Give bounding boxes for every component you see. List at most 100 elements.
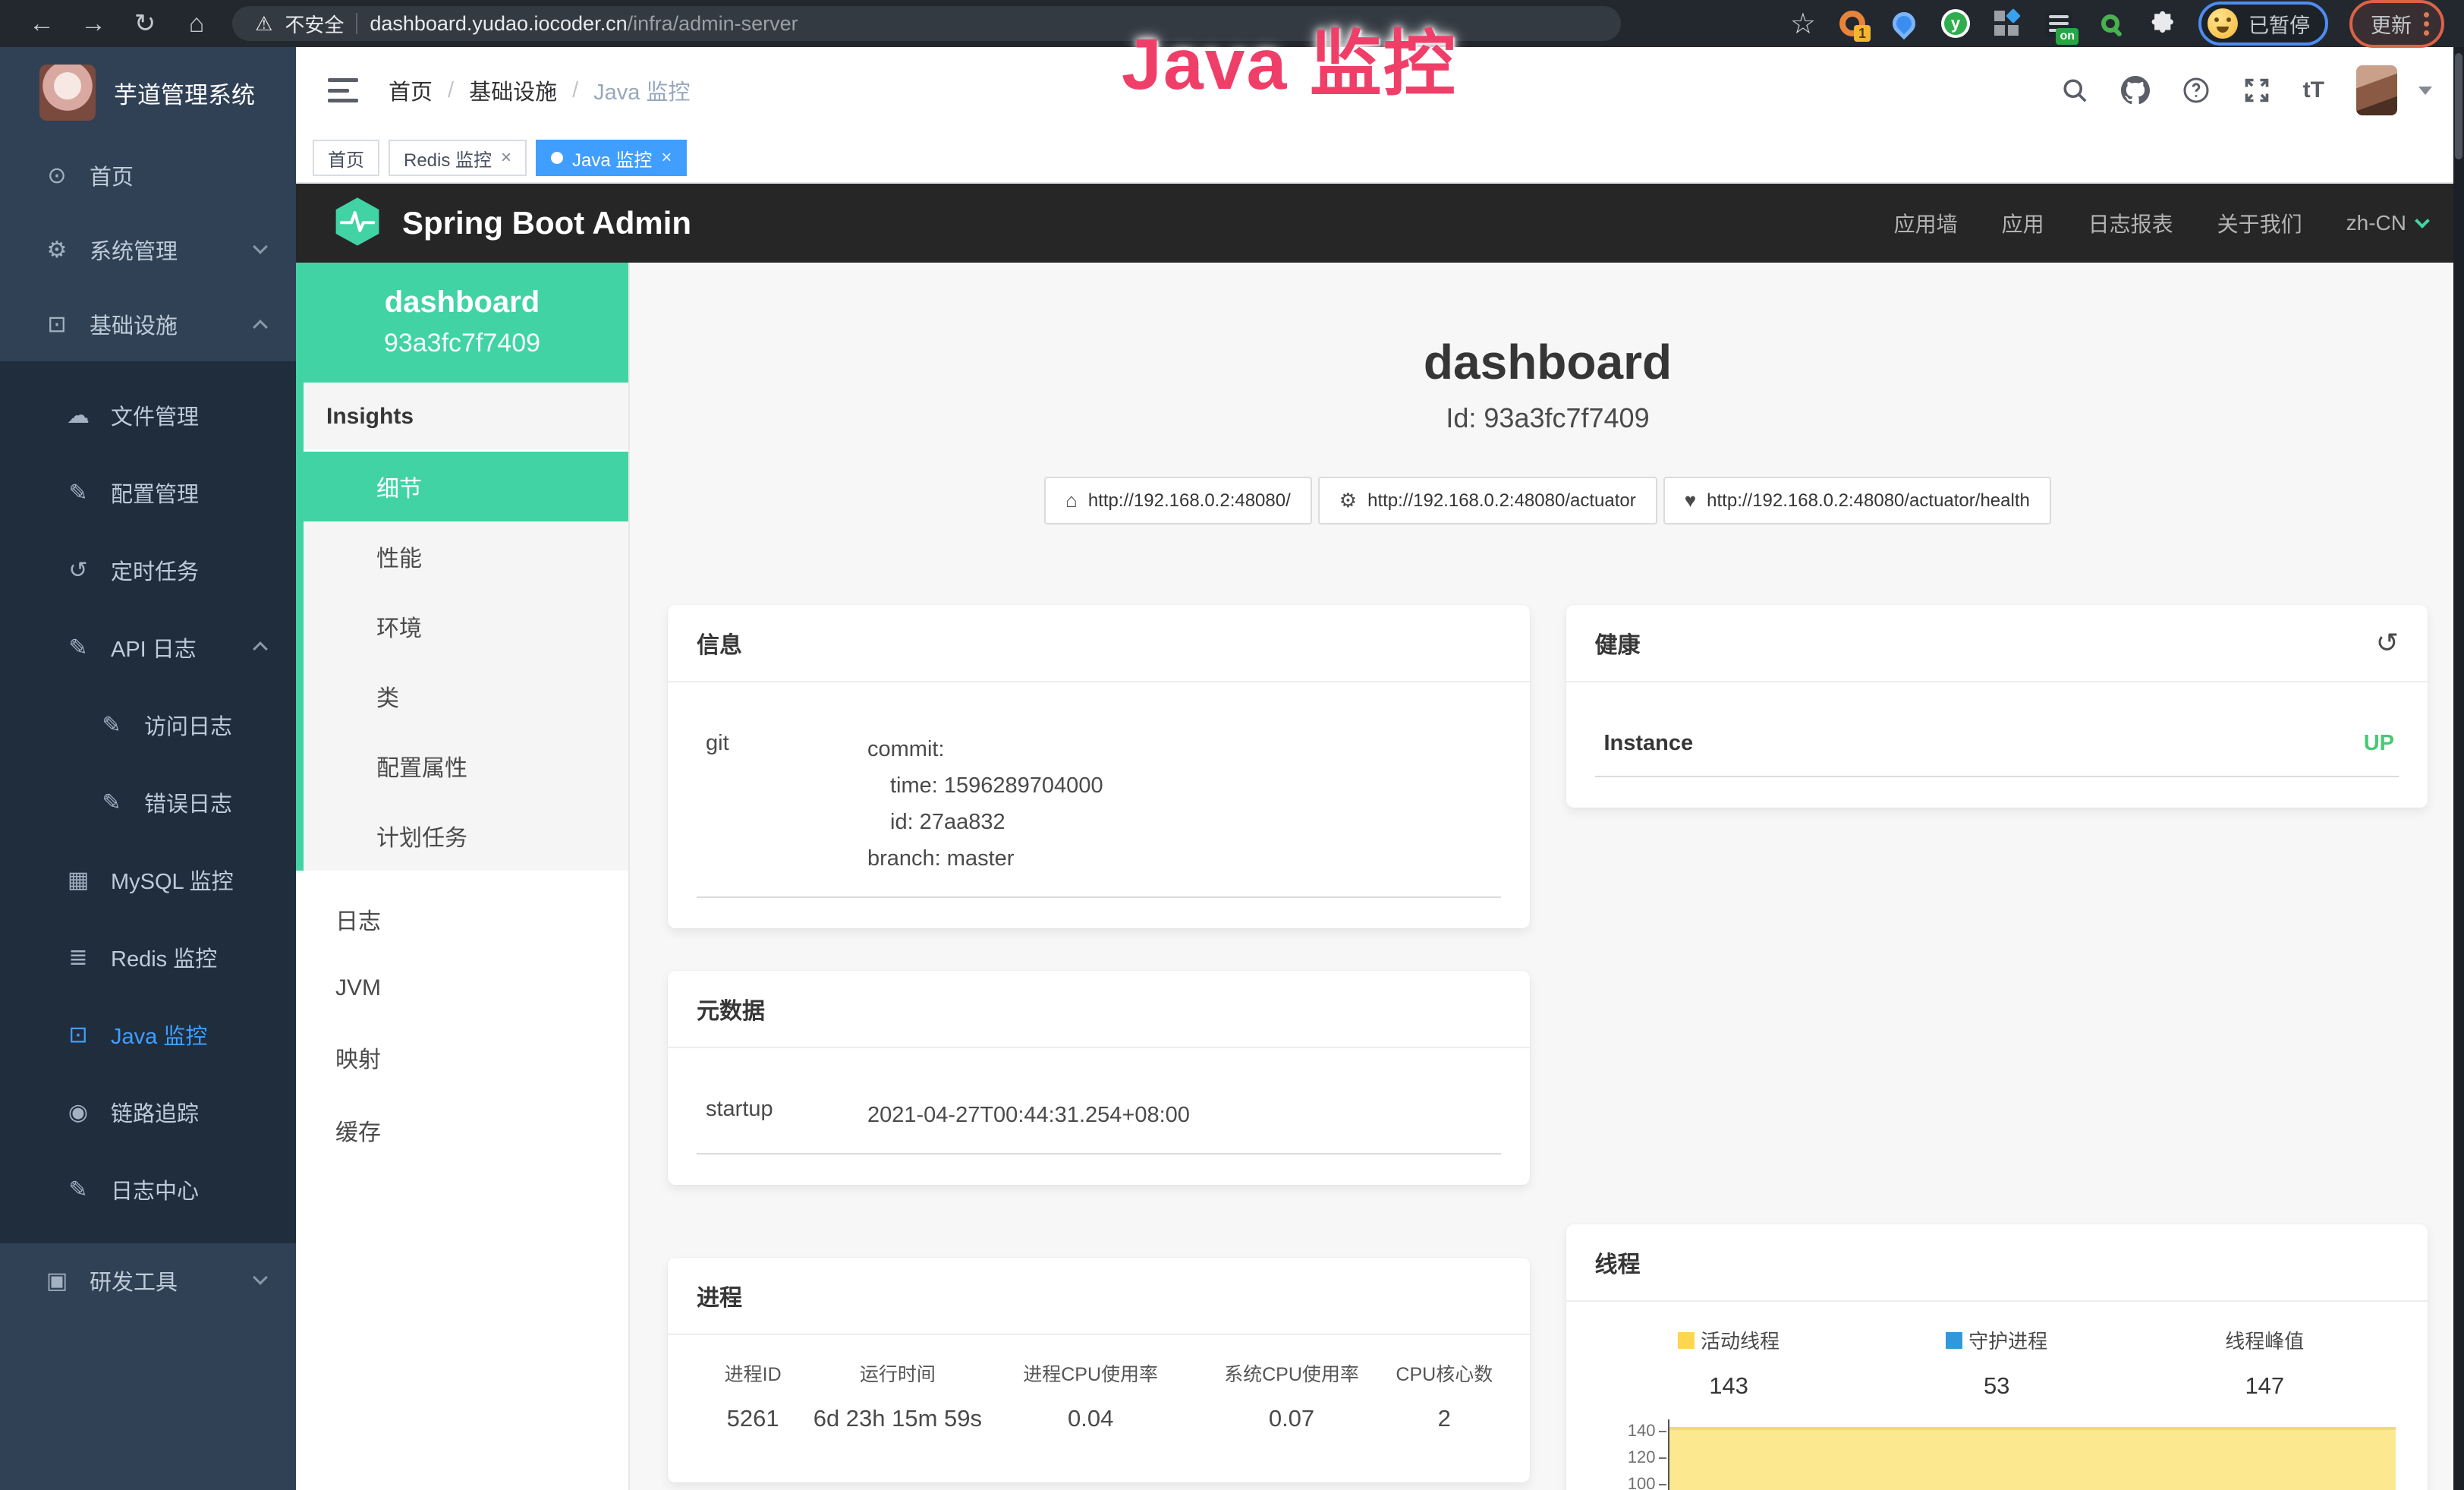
tag-label: Java 监控 [572, 145, 652, 172]
fullscreen-icon[interactable] [2242, 76, 2271, 105]
active-dot [551, 152, 563, 164]
sidebar-item-file-manage[interactable]: ☁文件管理 [0, 376, 296, 454]
git-id-line: id: 27aa832 [867, 804, 1103, 840]
history-icon[interactable]: ↺ [2376, 627, 2399, 659]
sba-menu-config-props[interactable]: 配置属性 [304, 731, 628, 801]
sba-menu-environment[interactable]: 环境 [304, 591, 628, 661]
breadcrumb-home[interactable]: 首页 [389, 74, 433, 106]
sidebar-item-redis-monitor[interactable]: ≣Redis 监控 [0, 918, 296, 996]
process-cores-value: 2 [1388, 1405, 1500, 1432]
legend-label: 活动线程 [1701, 1326, 1780, 1354]
forward-icon[interactable]: → [71, 9, 115, 39]
extension-on-icon[interactable]: on [2044, 8, 2074, 39]
sba-nav-applications[interactable]: 应用 [2002, 208, 2044, 238]
sba-menu-mappings[interactable]: 映射 [296, 1021, 628, 1094]
sidebar-item-tracing[interactable]: ◉链路追踪 [0, 1073, 296, 1151]
edit-square-icon: ✎ [61, 1177, 96, 1203]
url-divider [356, 13, 357, 34]
sidebar-item-access-log[interactable]: ✎访问日志 [0, 686, 296, 764]
github-icon[interactable] [2121, 76, 2150, 105]
extension-pin-icon[interactable] [1889, 8, 1919, 39]
extension-orange-icon[interactable]: 1 [1837, 8, 1868, 39]
font-size-icon[interactable]: tT [2303, 77, 2324, 103]
extension-puzzle-icon[interactable] [2147, 8, 2177, 39]
chart-plot-area [1668, 1419, 2399, 1490]
page-scrollbar[interactable] [2453, 47, 2464, 1490]
annotation-java-monitor: Java 监控 [1122, 6, 1457, 110]
sidebar-item-scheduled-jobs[interactable]: ↺定时任务 [0, 531, 296, 609]
reload-icon[interactable]: ↻ [123, 8, 167, 39]
sidebar-item-home[interactable]: ⊙ 首页 [0, 138, 296, 213]
sba-nav-about[interactable]: 关于我们 [2217, 208, 2302, 238]
y-tick-120: 120 [1628, 1447, 1656, 1467]
user-caret-icon[interactable] [2418, 87, 2432, 95]
sba-menu-jvm[interactable]: JVM [296, 956, 628, 1021]
sidebar-item-label: 基础设施 [90, 308, 178, 340]
user-avatar[interactable] [2356, 65, 2397, 115]
edit-icon: ✎ [61, 480, 96, 506]
sidebar-item-infra[interactable]: ⊡ 基础设施 [0, 287, 296, 361]
sba-instance-header[interactable]: dashboard 93a3fc7f7409 [296, 263, 628, 383]
extension-grid-icon[interactable] [1992, 8, 2022, 39]
yellow-legend-swatch [1678, 1332, 1695, 1349]
extension-magnifier-icon[interactable] [2095, 8, 2126, 39]
sidebar-item-api-log[interactable]: ✎API 日志 [0, 609, 296, 686]
actuator-url-label: http://192.168.0.2:48080/actuator [1367, 490, 1636, 512]
sba-language-select[interactable]: zh-CN [2346, 211, 2428, 235]
legend-peak-threads: 线程峰值 [2131, 1326, 2399, 1354]
eye-icon: ◉ [61, 1099, 96, 1126]
sidebar-item-mysql-monitor[interactable]: ▦MySQL 监控 [0, 841, 296, 918]
breadcrumb: 首页 / 基础设施 / Java 监控 [389, 74, 690, 106]
sidebar-item-java-monitor[interactable]: ⊡Java 监控 [0, 996, 296, 1073]
browser-menu-icon[interactable] [2424, 12, 2429, 36]
threads-legend: 活动线程 守护进程 线程峰值 [1595, 1326, 2399, 1354]
scrollbar-thumb[interactable] [2455, 53, 2462, 159]
sba-menu-logs[interactable]: 日志 [296, 883, 628, 956]
y-tick-100: 100 [1628, 1474, 1656, 1490]
actuator-url-button[interactable]: ⚙http://192.168.0.2:48080/actuator [1318, 477, 1657, 524]
info-card: 信息 git commit: time: 1596289704000 id: 2… [668, 605, 1530, 928]
spring-boot-admin-frame: Spring Boot Admin 应用墙 应用 日志报表 关于我们 zh-CN… [296, 184, 2464, 1490]
sba-menu-metrics[interactable]: 性能 [304, 521, 628, 591]
health-instance-row[interactable]: Instance UP [1595, 710, 2399, 777]
sba-menu-classes[interactable]: 类 [304, 661, 628, 731]
threads-card-title: 线程 [1566, 1224, 2428, 1302]
sidebar-item-system[interactable]: ⚙ 系统管理 [0, 213, 296, 287]
app-logo-row[interactable]: 芋道管理系统 [0, 47, 296, 138]
browser-update-button[interactable]: 更新 [2349, 0, 2444, 48]
home-icon[interactable]: ⌂ [175, 9, 219, 39]
tag-java-monitor[interactable]: Java 监控 × [536, 140, 687, 176]
search-icon[interactable] [2060, 76, 2089, 105]
sba-nav-wallboard[interactable]: 应用墙 [1894, 208, 1958, 238]
back-icon[interactable]: ← [20, 9, 64, 39]
service-url-button[interactable]: ⌂http://192.168.0.2:48080/ [1044, 477, 1312, 524]
legend-label: 线程峰值 [2225, 1326, 2304, 1354]
sba-nav-journal[interactable]: 日志报表 [2088, 208, 2173, 238]
metadata-card: 元数据 startup 2021-04-27T00:44:31.254+08:0… [668, 971, 1530, 1185]
tag-redis-monitor[interactable]: Redis 监控× [389, 140, 527, 176]
extension-y-icon[interactable]: y [1940, 8, 1971, 39]
health-url-button[interactable]: ♥http://192.168.0.2:48080/actuator/healt… [1663, 477, 2051, 524]
sba-menu-scheduled-tasks[interactable]: 计划任务 [304, 801, 628, 871]
bookmark-star-icon[interactable]: ☆ [1790, 7, 1816, 41]
paused-extension-badge[interactable]: 已暂停 [2198, 2, 2328, 46]
sidebar-item-log-center[interactable]: ✎日志中心 [0, 1151, 296, 1228]
hamburger-icon[interactable] [328, 78, 358, 102]
sba-brand-title[interactable]: Spring Boot Admin [402, 205, 691, 241]
app-title: 芋道管理系统 [114, 76, 255, 110]
process-col-syscpu: 系统CPU使用率 [1195, 1359, 1388, 1387]
sidebar-item-error-log[interactable]: ✎错误日志 [0, 764, 296, 841]
breadcrumb-infra[interactable]: 基础设施 [469, 74, 557, 106]
sidebar-item-dev-tools[interactable]: ▣ 研发工具 [0, 1243, 296, 1318]
sba-menu-caches[interactable]: 缓存 [296, 1094, 628, 1167]
close-icon[interactable]: × [501, 147, 511, 169]
sba-language-label: zh-CN [2346, 211, 2406, 235]
help-icon[interactable] [2182, 76, 2211, 105]
threads-area-chart: 140 120 100 [1595, 1419, 2399, 1490]
chart-y-axis: 140 120 100 [1595, 1419, 1668, 1490]
sidebar-item-config-manage[interactable]: ✎配置管理 [0, 454, 296, 531]
sba-menu-details[interactable]: 细节 [304, 452, 628, 521]
tag-home[interactable]: 首页 [313, 140, 379, 176]
git-commit-line: commit: [867, 731, 1103, 767]
close-icon[interactable]: × [661, 147, 672, 169]
